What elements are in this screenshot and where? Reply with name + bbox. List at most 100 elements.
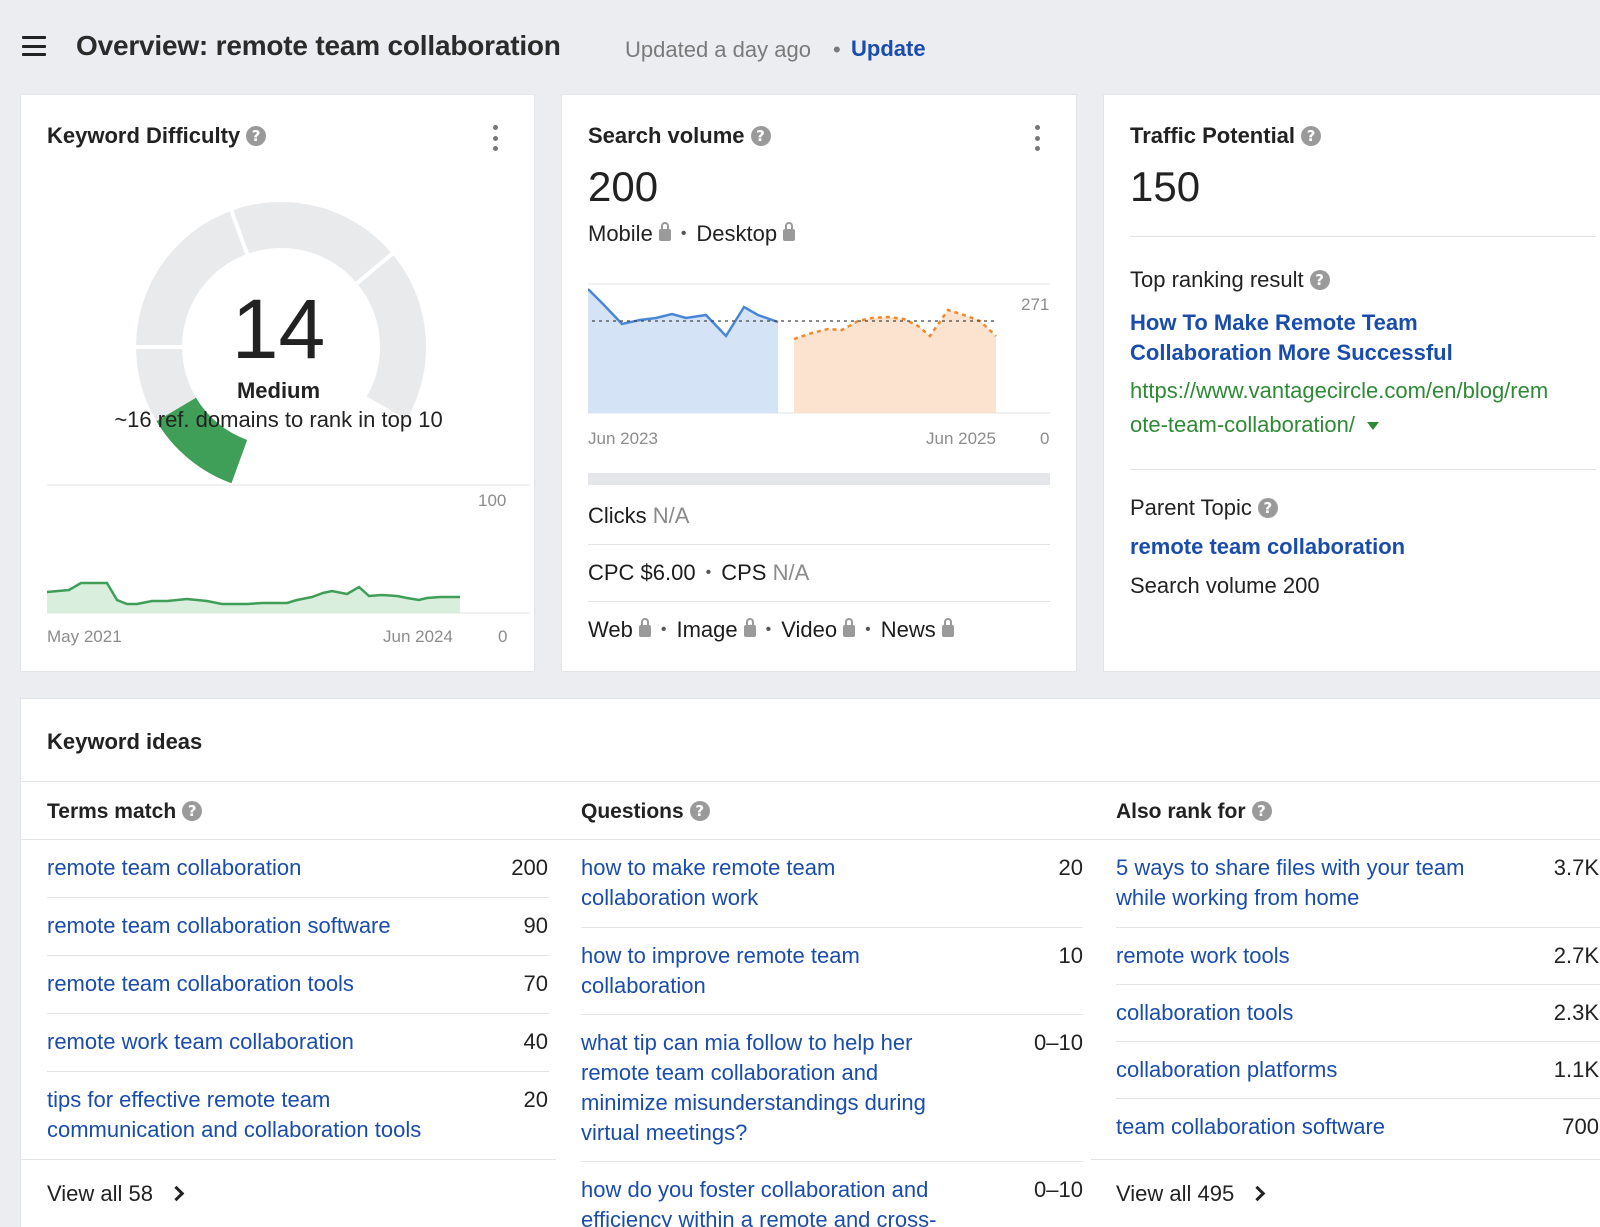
also-rank-keyword[interactable]: 5 ways to share files with your team whil… [1116,853,1464,913]
question-keyword[interactable]: how to make remote team collaboration wor… [581,853,835,913]
cps-label: CPS [721,560,767,585]
separator-dot: • [660,621,667,638]
question-keyword[interactable]: how do you foster collaboration and effic… [581,1175,936,1227]
difficulty-x-end: Jun 2024 [383,627,453,646]
lock-icon [783,222,796,241]
top-ranking-url[interactable]: https://www.vantagecircle.com/en/blog/re… [1130,374,1548,442]
help-icon[interactable]: ? [1301,126,1322,146]
help-icon[interactable]: ? [1309,270,1330,290]
lock-icon [658,222,671,241]
difficulty-history-chart [47,484,529,614]
divider [1116,1098,1600,1099]
search-volume-title: Search volume? [588,123,771,149]
traffic-potential-value: 150 [1130,163,1201,210]
lock-icon [941,618,954,637]
divider [1130,469,1596,470]
help-icon[interactable]: ? [750,126,771,146]
clicks-value: N/A [652,503,690,528]
serp-news: News [880,617,936,642]
serp-features-row: Web • Image • Video • News [588,617,954,643]
terms-match-header: Terms match? [47,800,203,824]
terms-match-keyword[interactable]: remote team collaboration software [47,911,391,941]
terms-match-volume: 40 [523,1029,548,1054]
difficulty-axis-max: 100 [478,491,507,510]
caret-down-icon[interactable] [1367,422,1380,430]
question-keyword[interactable]: how to improve remote team collaboration [581,941,860,1001]
page-header: Overview: remote team collaboration Upda… [0,0,1600,92]
chevron-right-icon [1249,1185,1266,1202]
top-ranking-link[interactable]: How To Make Remote Team Collaboration Mor… [1130,308,1453,368]
question-volume: 0–10 [1034,1177,1083,1202]
more-options-icon[interactable] [491,125,499,151]
cps-value: N/A [772,560,810,585]
serp-video: Video [781,617,838,642]
divider [588,601,1050,602]
also-rank-volume: 3.7K [1553,855,1599,880]
serp-image: Image [676,617,738,642]
divider [581,1014,1083,1015]
divider [47,897,549,898]
updated-status: Updated a day ago [625,37,811,62]
keyword-ideas-title: Keyword ideas [47,729,203,754]
lock-icon [743,618,756,637]
question-volume: 0–10 [1034,1030,1083,1055]
mobile-label: Mobile [588,221,653,246]
update-button[interactable]: Update [851,36,926,62]
more-options-icon[interactable] [1033,125,1041,151]
top-ranking-label: Top ranking result? [1130,267,1330,293]
clicks-label: Clicks [588,503,647,528]
volume-x-end: Jun 2025 [926,429,996,448]
history-area [588,289,778,413]
cpc-row: CPC $6.00 • CPS N/A [588,560,809,586]
also-rank-keyword[interactable]: team collaboration software [1116,1112,1385,1142]
help-icon[interactable]: ? [246,126,267,146]
divider [47,1013,549,1014]
divider [588,544,1050,545]
also-rank-keyword[interactable]: remote work tools [1116,941,1290,971]
terms-match-keyword[interactable]: remote work team collaboration [47,1027,354,1057]
divider [1116,1041,1600,1042]
menu-icon[interactable] [22,36,46,56]
divider [581,1161,1083,1162]
separator-dot: • [865,621,871,638]
also-rank-volume: 700 [1562,1114,1599,1139]
volume-x-start: Jun 2023 [588,429,658,448]
help-icon[interactable]: ? [689,801,710,821]
help-icon[interactable]: ? [182,801,203,821]
serp-web: Web [588,617,633,642]
divider [1116,984,1600,985]
forecast-area [794,310,996,413]
question-keyword[interactable]: what tip can mia follow to help her remot… [581,1028,926,1148]
terms-match-view-all[interactable]: View all 58 [47,1181,185,1207]
traffic-potential-card: Traffic Potential? 150 Top ranking resul… [1103,94,1600,672]
also-rank-keyword[interactable]: collaboration platforms [1116,1055,1337,1085]
divider [47,955,549,956]
terms-match-keyword[interactable]: remote team collaboration [47,853,301,883]
parent-topic-link[interactable]: remote team collaboration [1130,534,1405,560]
help-icon[interactable]: ? [1257,498,1278,518]
also-rank-view-all[interactable]: View all 495 [1116,1181,1266,1207]
difficulty-level: Medium [236,378,321,403]
parent-topic-label: Parent Topic? [1130,495,1278,521]
traffic-potential-title: Traffic Potential? [1130,123,1322,149]
terms-match-volume: 70 [523,971,548,996]
separator-dot: • [833,37,841,62]
volume-axis-min: 0 [1040,429,1050,448]
divider [21,1159,556,1160]
also-rank-keyword[interactable]: collaboration tools [1116,998,1293,1028]
clicks-row: Clicks N/A [588,503,689,529]
question-volume: 20 [1058,855,1083,880]
divider [1116,927,1600,928]
difficulty-note: ~16 ref. domains to rank in top 10 [114,407,443,432]
divider [21,781,1600,782]
terms-match-keyword[interactable]: remote team collaboration tools [47,969,354,999]
device-split: Mobile • Desktop [588,221,796,247]
difficulty-x-start: May 2021 [47,627,122,646]
cpc-value: CPC $6.00 [588,560,696,585]
help-icon[interactable]: ? [1251,801,1272,821]
question-volume: 10 [1058,943,1083,968]
keyword-difficulty-title: Keyword Difficulty? [47,123,267,149]
parent-topic-volume: Search volume 200 [1130,573,1320,598]
desktop-label: Desktop [696,221,778,246]
terms-match-keyword[interactable]: tips for effective remote team communicat… [47,1085,421,1145]
